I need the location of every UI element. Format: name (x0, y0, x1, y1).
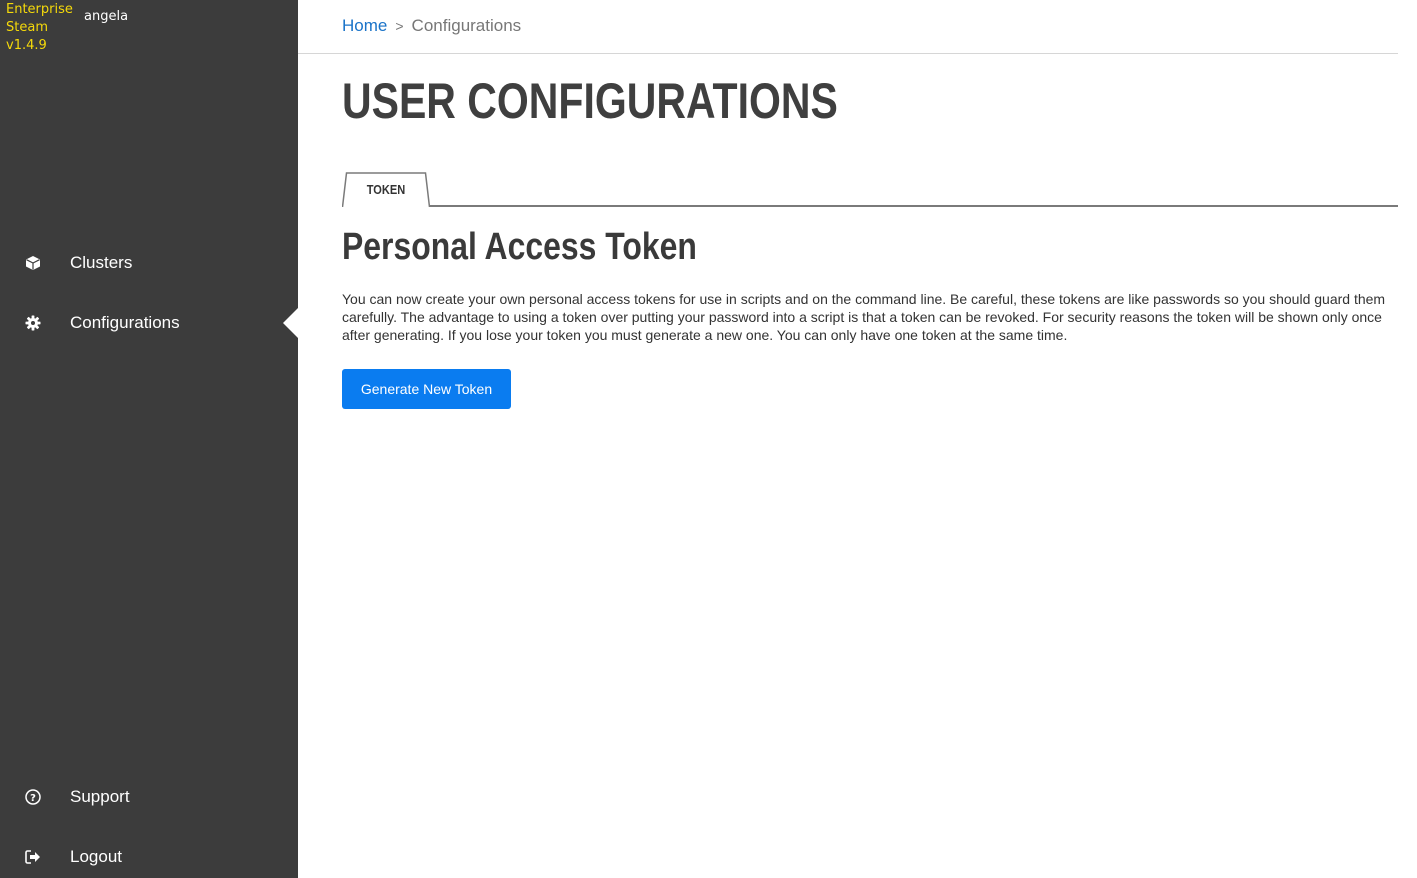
sidebar-item-label: Logout (70, 847, 122, 866)
main-content: Home > Configurations USER CONFIGURATION… (298, 0, 1417, 878)
tab-label: TOKEN (366, 182, 406, 197)
brand-line1: Enterprise (6, 2, 73, 17)
gear-icon (24, 314, 42, 332)
section-title: Personal Access Token (342, 226, 697, 268)
brand-line2: Steam (6, 20, 48, 35)
help-circle-icon: ? (24, 788, 42, 806)
active-indicator (283, 308, 298, 338)
tab-bar: TOKEN (342, 172, 1398, 207)
sidebar-item-label: Support (70, 787, 130, 806)
page-title: USER CONFIGURATIONS (342, 73, 838, 129)
app: Enterprise Steam v1.4.9 angela Clusters (0, 0, 1417, 878)
brand-version: v1.4.9 (6, 38, 47, 53)
tab-bar-baseline (342, 205, 1398, 207)
sidebar-item-logout[interactable]: Logout (0, 837, 298, 877)
sidebar-item-label: Clusters (70, 253, 133, 272)
breadcrumb-current: Configurations (411, 16, 522, 35)
header-divider (298, 53, 1398, 54)
tab-token[interactable]: TOKEN (342, 172, 430, 207)
sidebar-item-support[interactable]: ? Support (0, 777, 298, 817)
svg-text:?: ? (30, 793, 36, 804)
username[interactable]: angela (84, 9, 128, 24)
sidebar: Enterprise Steam v1.4.9 angela Clusters (0, 0, 298, 878)
logout-icon (24, 848, 42, 866)
brand-logo[interactable]: Enterprise Steam v1.4.9 (6, 1, 76, 55)
chevron-right-icon: > (395, 18, 404, 34)
sidebar-item-label: Configurations (70, 313, 180, 332)
token-description: You can now create your own personal acc… (342, 291, 1386, 343)
cube-icon (24, 254, 42, 272)
sidebar-item-configurations[interactable]: Configurations (0, 303, 298, 343)
breadcrumb-home-link[interactable]: Home (342, 16, 387, 36)
sidebar-item-clusters[interactable]: Clusters (0, 243, 298, 283)
generate-new-token-button[interactable]: Generate New Token (342, 369, 511, 409)
breadcrumb: Home > Configurations (342, 14, 521, 38)
